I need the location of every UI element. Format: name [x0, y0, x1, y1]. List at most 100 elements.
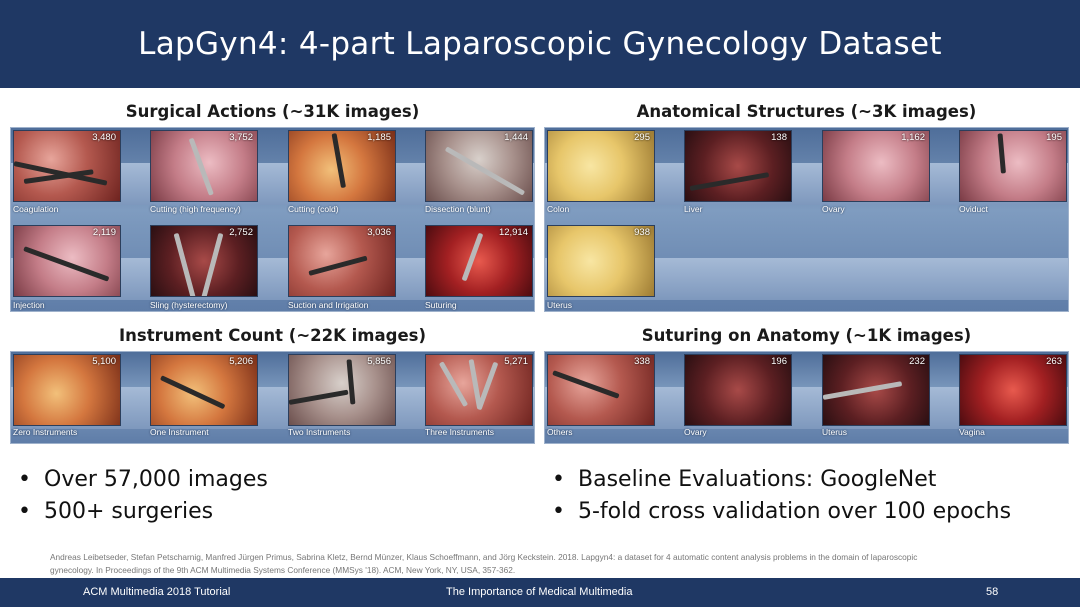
- image-count: 138: [771, 132, 787, 143]
- thumbnail-one-instrument[interactable]: 5,206: [150, 354, 258, 426]
- thumbnail-injection[interactable]: 2,119: [13, 225, 121, 297]
- category-label: Coagulation: [13, 204, 59, 214]
- slide-footer: ACM Multimedia 2018 Tutorial The Importa…: [0, 578, 1080, 607]
- image-count: 12,914: [498, 227, 528, 238]
- footer-center-text: The Importance of Medical Multimedia: [446, 586, 633, 598]
- bullet-item: Over 57,000 images: [18, 464, 268, 496]
- image-count: 1,185: [367, 132, 391, 143]
- thumbnail-uterus[interactable]: 938: [547, 225, 655, 297]
- bullet-item: 500+ surgeries: [18, 496, 268, 528]
- instrument-shape: [23, 246, 110, 282]
- surgical-actions-title: Surgical Actions (~31K images): [125, 102, 420, 121]
- bullet-item: 5-fold cross validation over 100 epochs: [552, 496, 1011, 528]
- image-count: 5,100: [92, 356, 116, 367]
- image-count: 2,119: [92, 227, 116, 238]
- image-count: 232: [909, 356, 925, 367]
- instrument-count-title: Instrument Count (~22K images): [118, 326, 426, 345]
- thumbnail-ovary[interactable]: 1,162: [822, 130, 930, 202]
- category-label: Cutting (high frequency): [150, 204, 241, 214]
- thumbnail-suction-irrigation[interactable]: 3,036: [288, 225, 396, 297]
- instrument-shape: [689, 172, 770, 191]
- instrument-shape: [346, 359, 356, 405]
- bullet-list-right: Baseline Evaluations: GoogleNet 5-fold c…: [552, 464, 1011, 528]
- thumbnail-cutting-cold[interactable]: 1,185: [288, 130, 396, 202]
- thumbnail-vagina[interactable]: 263: [959, 354, 1067, 426]
- category-label: Injection: [13, 300, 45, 310]
- image-count: 5,206: [229, 356, 253, 367]
- slide-title: LapGyn4: 4-part Laparoscopic Gynecology …: [138, 26, 942, 62]
- image-count: 295: [634, 132, 650, 143]
- thumbnail-suturing[interactable]: 12,914: [425, 225, 533, 297]
- thumbnail-ovary-suturing[interactable]: 196: [684, 354, 792, 426]
- instrument-shape: [444, 146, 526, 196]
- citation: Andreas Leibetseder, Stefan Petscharnig,…: [50, 551, 1030, 577]
- image-count: 3,752: [229, 132, 253, 143]
- thumbnail-uterus-suturing[interactable]: 232: [822, 354, 930, 426]
- slide-header: LapGyn4: 4-part Laparoscopic Gynecology …: [0, 0, 1080, 88]
- image-count: 196: [771, 356, 787, 367]
- image-count: 263: [1046, 356, 1062, 367]
- instrument-shape: [552, 370, 620, 399]
- category-label: Sling (hysterectomy): [150, 300, 228, 310]
- instrument-shape: [476, 361, 499, 411]
- bullet-list-left: Over 57,000 images 500+ surgeries: [18, 464, 268, 528]
- thumbnail-oviduct[interactable]: 195: [959, 130, 1067, 202]
- category-label: Suction and Irrigation: [288, 300, 369, 310]
- anatomical-structures-panel: 295 138 1,162 195 938 Colon Liver Ovary …: [544, 127, 1069, 312]
- instrument-shape: [159, 375, 226, 410]
- suturing-anatomy-panel: 338 196 232 263 Others Ovary Uterus Vagi…: [544, 351, 1069, 444]
- image-count: 938: [634, 227, 650, 238]
- image-count: 1,444: [504, 132, 528, 143]
- instrument-shape: [289, 389, 349, 405]
- instrument-shape: [461, 232, 484, 282]
- thumbnail-zero-instruments[interactable]: 5,100: [13, 354, 121, 426]
- image-count: 1,162: [901, 132, 925, 143]
- thumbnail-cutting-high-frequency[interactable]: 3,752: [150, 130, 258, 202]
- footer-left-text: ACM Multimedia 2018 Tutorial: [83, 586, 231, 598]
- category-label: Liver: [684, 204, 703, 214]
- instrument-shape: [200, 232, 224, 296]
- category-label: Uterus: [547, 300, 573, 310]
- category-label: Ovary: [684, 427, 707, 437]
- citation-line: Andreas Leibetseder, Stefan Petscharnig,…: [50, 552, 918, 562]
- instrument-shape: [331, 133, 347, 189]
- thumbnail-dissection-blunt[interactable]: 1,444: [425, 130, 533, 202]
- thumbnail-three-instruments[interactable]: 5,271: [425, 354, 533, 426]
- image-count: 338: [634, 356, 650, 367]
- instrument-shape: [438, 361, 469, 408]
- thumbnail-liver[interactable]: 138: [684, 130, 792, 202]
- category-label: Cutting (cold): [288, 204, 339, 214]
- suturing-anatomy-title: Suturing on Anatomy (~1K images): [641, 326, 972, 345]
- surgical-actions-panel: 3,480 3,752 1,185 1,444 2,119 2,752 3,03…: [10, 127, 535, 312]
- instrument-shape: [188, 137, 214, 196]
- instrument-shape: [997, 133, 1006, 174]
- page-number: 58: [986, 586, 999, 598]
- image-count: 5,271: [504, 356, 528, 367]
- category-label: Colon: [547, 204, 570, 214]
- image-count: 2,752: [229, 227, 253, 238]
- instrument-count-panel: 5,100 5,206 5,856 5,271 Zero Instruments…: [10, 351, 535, 444]
- thumbnail-others[interactable]: 338: [547, 354, 655, 426]
- anatomical-structures-title: Anatomical Structures (~3K images): [636, 102, 977, 121]
- image-count: 195: [1046, 132, 1062, 143]
- category-label: Dissection (blunt): [425, 204, 491, 214]
- category-label: Vagina: [959, 427, 985, 437]
- thumbnail-colon[interactable]: 295: [547, 130, 655, 202]
- instrument-shape: [308, 255, 368, 276]
- image-count: 3,480: [92, 132, 116, 143]
- thumbnail-coagulation[interactable]: 3,480: [13, 130, 121, 202]
- category-label: Oviduct: [959, 204, 988, 214]
- category-label: Uterus: [822, 427, 848, 437]
- category-label: Ovary: [822, 204, 845, 214]
- category-label: One Instrument: [150, 427, 209, 437]
- thumbnail-two-instruments[interactable]: 5,856: [288, 354, 396, 426]
- category-label: Three Instruments: [425, 427, 494, 437]
- image-count: 3,036: [367, 227, 391, 238]
- category-label: Others: [547, 427, 573, 437]
- thumbnail-sling-hysterectomy[interactable]: 2,752: [150, 225, 258, 297]
- image-count: 5,856: [367, 356, 391, 367]
- instrument-shape: [173, 232, 197, 296]
- instrument-shape: [823, 381, 903, 400]
- category-label: Suturing: [425, 300, 457, 310]
- category-label: Zero Instruments: [13, 427, 78, 437]
